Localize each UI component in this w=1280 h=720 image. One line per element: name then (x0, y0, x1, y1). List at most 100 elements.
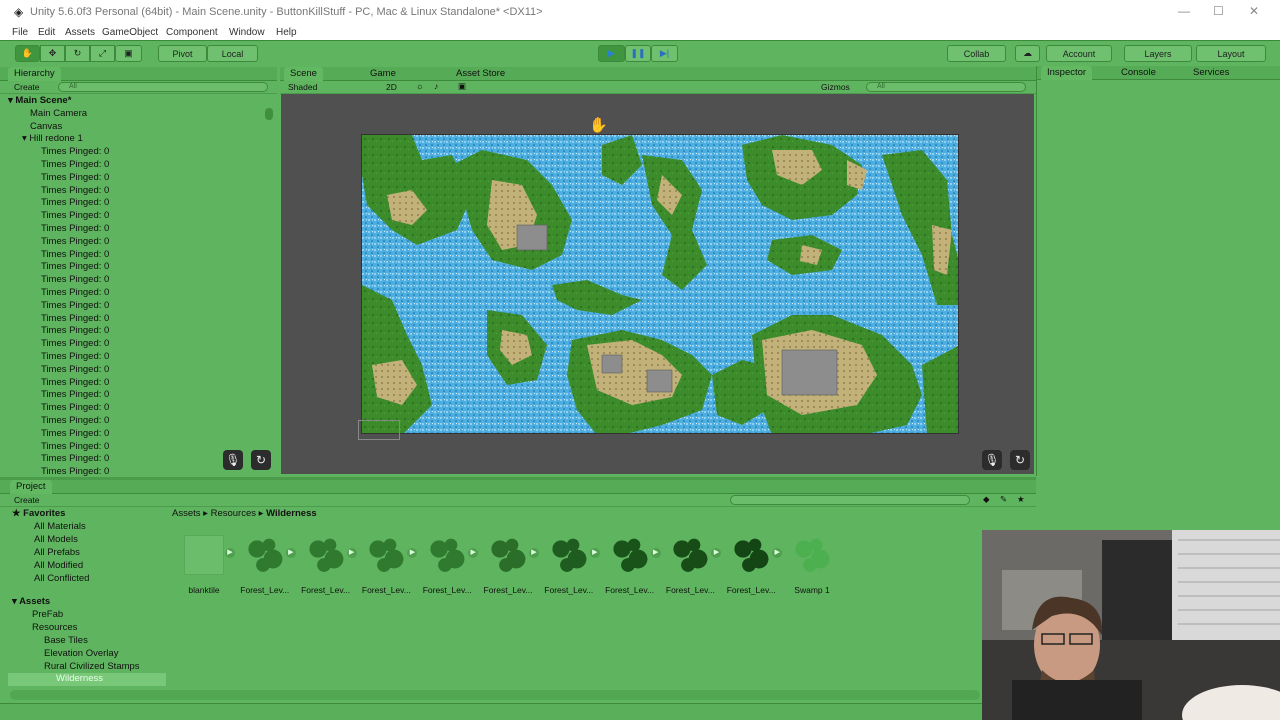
folder-rural-civilized-stamps[interactable]: Rural Civilized Stamps (44, 661, 140, 672)
layout-button[interactable]: Layout (1196, 45, 1266, 62)
asset-item[interactable]: Forest_Lev... (418, 535, 476, 595)
hierarchy-item-times-pinged[interactable]: Times Pinged: 0 (41, 389, 109, 401)
tab-services[interactable]: Services (1187, 66, 1235, 80)
refresh-icon-right[interactable]: ↻ (1010, 450, 1030, 470)
scene-root[interactable]: ▾ Main Scene* (8, 95, 71, 107)
cloud-icon[interactable]: ☁ (1015, 45, 1040, 62)
asset-item[interactable]: Forest_Lev... (601, 535, 659, 595)
expand-arrow-icon[interactable]: ▶ (346, 548, 357, 558)
pause-button[interactable]: ❚❚ (625, 45, 651, 62)
light-icon[interactable]: ☼ (416, 81, 424, 91)
favorite-all-prefabs[interactable]: All Prefabs (34, 547, 80, 558)
local-button[interactable]: Local (207, 45, 258, 62)
hierarchy-create-button[interactable]: Create (14, 82, 40, 92)
asset-item[interactable]: Forest_Lev... (540, 535, 598, 595)
folder-wilderness[interactable]: Wilderness (8, 673, 166, 686)
hierarchy-item-times-pinged[interactable]: Times Pinged: 0 (41, 466, 109, 477)
hierarchy-item-times-pinged[interactable]: Times Pinged: 0 (41, 428, 109, 440)
minimize-icon[interactable]: — (1178, 4, 1190, 18)
menu-help[interactable]: Help (276, 27, 297, 38)
tab-console[interactable]: Console (1115, 66, 1162, 80)
tab-asset-store[interactable]: Asset Store (450, 67, 511, 81)
menu-file[interactable]: File (12, 27, 28, 38)
project-create-button[interactable]: Create (14, 495, 40, 505)
assets-folder[interactable]: ▾ Assets (12, 596, 50, 607)
effects-icon[interactable]: ▣ (458, 81, 466, 92)
hierarchy-item-times-pinged[interactable]: Times Pinged: 0 (41, 287, 109, 299)
layers-button[interactable]: Layers (1124, 45, 1192, 62)
rect-tool-icon[interactable]: ▣ (115, 45, 142, 62)
hierarchy-item-times-pinged[interactable]: Times Pinged: 0 (41, 236, 109, 248)
asset-item[interactable]: Forest_Lev... (722, 535, 780, 595)
hierarchy-item-times-pinged[interactable]: Times Pinged: 0 (41, 351, 109, 363)
asset-item[interactable]: Forest_Lev... (661, 535, 719, 595)
favorite-all-modified[interactable]: All Modified (34, 560, 83, 571)
breadcrumb-wilderness[interactable]: Wilderness (266, 508, 317, 519)
hierarchy-item-times-pinged[interactable]: Times Pinged: 0 (41, 249, 109, 261)
asset-item[interactable]: Swamp 1 (783, 535, 841, 595)
tab-inspector[interactable]: Inspector (1041, 66, 1093, 80)
expand-arrow-icon[interactable]: ▶ (650, 548, 661, 558)
menu-edit[interactable]: Edit (38, 27, 55, 38)
project-search-input[interactable] (730, 495, 970, 505)
mode-2d-toggle[interactable]: 2D (386, 82, 397, 92)
tab-scene[interactable]: Scene (284, 67, 323, 81)
hierarchy-item-times-pinged[interactable]: Times Pinged: 0 (41, 261, 109, 273)
account-button[interactable]: Account (1046, 45, 1112, 62)
expand-arrow-icon[interactable]: ▶ (285, 548, 296, 558)
asset-item[interactable]: Forest_Lev... (479, 535, 537, 595)
expand-arrow-icon[interactable]: ▶ (589, 548, 600, 558)
breadcrumb-resources[interactable]: Resources (211, 508, 256, 519)
asset-item[interactable]: Forest_Lev... (357, 535, 415, 595)
project-scrollbar[interactable] (10, 690, 980, 700)
filter-label-icon[interactable]: ✎ (1000, 494, 1007, 505)
shaded-dropdown[interactable]: Shaded (288, 82, 317, 92)
folder-prefab[interactable]: PreFab (32, 609, 63, 620)
tab-project[interactable]: Project (10, 480, 52, 494)
hierarchy-item-main-camera[interactable]: Main Camera (30, 108, 87, 120)
hierarchy-item-times-pinged[interactable]: Times Pinged: 0 (41, 402, 109, 414)
hierarchy-item-times-pinged[interactable]: Times Pinged: 0 (41, 172, 109, 184)
menu-gameobject[interactable]: GameObject (102, 27, 158, 38)
asset-item[interactable]: Forest_Lev... (236, 535, 294, 595)
tile-map[interactable] (361, 134, 959, 434)
breadcrumb-assets[interactable]: Assets (172, 508, 201, 519)
folder-resources[interactable]: Resources (32, 622, 77, 633)
hierarchy-item-times-pinged[interactable]: Times Pinged: 0 (41, 223, 109, 235)
refresh-icon[interactable]: ↻ (251, 450, 271, 470)
star-icon[interactable]: ★ (1017, 494, 1025, 505)
hierarchy-item-times-pinged[interactable]: Times Pinged: 0 (41, 159, 109, 171)
hierarchy-item-times-pinged[interactable]: Times Pinged: 0 (41, 453, 109, 465)
hierarchy-item-times-pinged[interactable]: Times Pinged: 0 (41, 338, 109, 350)
favorites-folder[interactable]: ★ Favorites (12, 508, 65, 519)
scale-tool-icon[interactable]: ⤢ (90, 45, 115, 62)
mic-icon[interactable]: 🎙 (223, 450, 243, 470)
favorite-all-conflicted[interactable]: All Conflicted (34, 573, 89, 584)
hierarchy-item-times-pinged[interactable]: Times Pinged: 0 (41, 377, 109, 389)
hierarchy-item-times-pinged[interactable]: Times Pinged: 0 (41, 313, 109, 325)
hierarchy-item-times-pinged[interactable]: Times Pinged: 0 (41, 415, 109, 427)
hierarchy-item-times-pinged[interactable]: Times Pinged: 0 (41, 441, 109, 453)
folder-elevation-overlay[interactable]: Elevation Overlay (44, 648, 118, 659)
filter-type-icon[interactable]: ◆ (983, 494, 990, 505)
hand-tool-icon[interactable]: ✋ (15, 45, 40, 62)
expand-arrow-icon[interactable]: ▶ (468, 548, 479, 558)
close-icon[interactable]: ✕ (1249, 4, 1259, 18)
step-button[interactable]: ▶| (651, 45, 678, 62)
collab-button[interactable]: Collab (947, 45, 1006, 62)
rotate-tool-icon[interactable]: ↻ (65, 45, 90, 62)
favorite-all-models[interactable]: All Models (34, 534, 78, 545)
expand-arrow-icon[interactable]: ▶ (772, 548, 783, 558)
hierarchy-item-times-pinged[interactable]: Times Pinged: 0 (41, 274, 109, 286)
tab-hierarchy[interactable]: Hierarchy (8, 67, 61, 81)
hierarchy-search-input[interactable]: All (58, 82, 268, 92)
hierarchy-item-times-pinged[interactable]: Times Pinged: 0 (41, 300, 109, 312)
expand-arrow-icon[interactable]: ▶ (407, 548, 418, 558)
play-button[interactable]: ▶ (598, 45, 625, 62)
move-tool-icon[interactable]: ✥ (40, 45, 65, 62)
favorite-all-materials[interactable]: All Materials (34, 521, 86, 532)
expand-arrow-icon[interactable]: ▶ (225, 548, 235, 558)
hierarchy-item-hill-redone-1[interactable]: ▾ Hill redone 1 (22, 133, 83, 145)
tab-game[interactable]: Game (364, 67, 402, 81)
hierarchy-item-times-pinged[interactable]: Times Pinged: 0 (41, 185, 109, 197)
